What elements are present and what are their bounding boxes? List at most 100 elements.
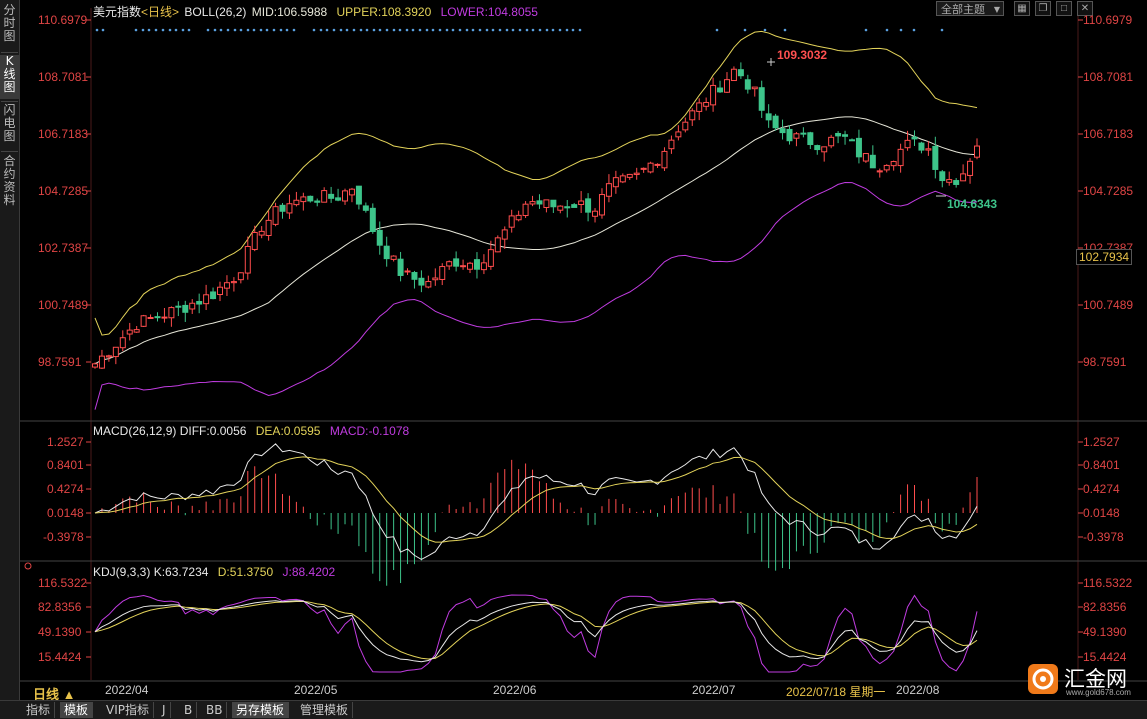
grid-icon[interactable]: ▦: [1014, 1, 1030, 16]
kdj-k-line: [94, 600, 978, 663]
candle-body: [786, 128, 793, 142]
candle-body: [765, 113, 772, 121]
signal-dot: [505, 28, 509, 32]
macd-value: MACD:-0.1078: [329, 424, 410, 438]
tab-templates[interactable]: 模板: [60, 702, 94, 718]
price-tick-right: 98.7591: [1083, 355, 1127, 369]
manage-templates-button[interactable]: 管理模板: [296, 702, 354, 718]
kdj-tick-right: 15.4424: [1083, 650, 1127, 664]
candle-body: [453, 258, 460, 267]
candle-body: [425, 281, 432, 288]
candle-body: [342, 190, 349, 202]
signal-dot: [565, 28, 569, 32]
signal-dot: [431, 28, 435, 32]
macd-tick-left: 0.4274: [47, 482, 84, 496]
tab-contract-info[interactable]: 合约资料: [0, 155, 19, 213]
signal-dot: [899, 28, 903, 32]
candle-body: [869, 154, 876, 169]
gold678-logo: 汇金网 www.gold678.com: [1026, 663, 1136, 697]
candle-body: [307, 195, 314, 202]
candle-body: [737, 69, 744, 77]
candle-body: [744, 79, 751, 90]
restore-icon[interactable]: □: [1056, 1, 1072, 16]
tab-vip-indicators[interactable]: VIP指标: [102, 702, 154, 718]
macd-tick-right: 0.0148: [1083, 506, 1120, 520]
vertical-tab-bar: 分时图 K线图 闪电图 合约资料: [0, 0, 20, 700]
candle-body: [98, 355, 105, 369]
chevron-down-icon: ▼: [993, 5, 1000, 14]
save-template-button[interactable]: 另存模板: [232, 702, 290, 718]
kdj-tick-left: 15.4424: [38, 650, 82, 664]
kdj-tick-right: 49.1390: [1083, 625, 1127, 639]
candle-body: [196, 301, 203, 305]
candle-body: [529, 201, 536, 205]
signal-dot: [478, 28, 482, 32]
candle-body: [439, 266, 446, 280]
candle-body: [175, 305, 182, 308]
copy-icon[interactable]: ❐: [1035, 1, 1051, 16]
signal-dot: [365, 28, 369, 32]
tab-indicators[interactable]: 指标: [22, 702, 56, 718]
kdj-k-value: K:63.7234: [153, 565, 209, 579]
candle-body: [703, 101, 710, 107]
candle-body: [223, 282, 230, 289]
signal-dot: [312, 28, 316, 32]
signal-dot: [101, 28, 105, 32]
signal-dot: [265, 28, 269, 32]
tab-bb[interactable]: BB: [202, 702, 228, 718]
kline-chart-canvas[interactable]: [20, 0, 1147, 700]
price-tick-left: 108.7081: [38, 70, 89, 84]
candle-body: [355, 185, 362, 205]
signal-dot: [405, 28, 409, 32]
macd-tick-left: 0.0148: [47, 506, 84, 520]
candle-body: [911, 136, 918, 140]
candle-body: [432, 277, 439, 281]
kdj-tick-left: 116.5322: [38, 576, 88, 590]
candle-body: [154, 316, 161, 319]
signal-dot: [411, 28, 415, 32]
macd-tick-right: -0.3978: [1083, 530, 1124, 544]
candle-body: [828, 136, 835, 147]
tab-b[interactable]: B: [180, 702, 198, 718]
signal-dot: [339, 28, 343, 32]
candle-body: [168, 307, 175, 319]
candle-body: [578, 200, 585, 206]
tab-flash-chart[interactable]: 闪电图: [0, 104, 19, 148]
candle-body: [654, 163, 661, 166]
kdj-tick-right: 82.8356: [1083, 600, 1127, 614]
theme-select-button[interactable]: 全部主题 ▼: [936, 1, 1004, 16]
candle-body: [772, 115, 779, 129]
tab-divider: [1, 101, 18, 102]
candle-body: [480, 262, 487, 271]
signal-dot: [233, 28, 237, 32]
signal-dot: [538, 28, 542, 32]
candle-body: [939, 171, 946, 182]
signal-dot: [743, 28, 747, 32]
high-price-label: 109.3032: [777, 48, 828, 62]
panel-marker-icon: [24, 562, 32, 570]
price-tick-left: 110.6979: [38, 13, 88, 27]
candle-body: [890, 161, 897, 167]
candle-body: [793, 133, 800, 139]
signal-dot: [352, 28, 356, 32]
tab-kline-chart[interactable]: K线图: [0, 55, 19, 99]
candle-body: [675, 131, 682, 138]
candle-body: [251, 231, 258, 250]
candle-body: [369, 207, 376, 232]
tab-j[interactable]: J: [158, 702, 171, 718]
candle-body: [619, 175, 626, 183]
candle-body: [210, 291, 217, 300]
candle-body: [487, 249, 494, 267]
signal-dot: [141, 28, 145, 32]
tab-time-chart[interactable]: 分时图: [0, 4, 19, 48]
candle-body: [383, 245, 390, 260]
candle-body: [661, 150, 668, 169]
signal-dot: [259, 28, 263, 32]
candle-body: [272, 206, 279, 225]
signal-dot: [438, 28, 442, 32]
candle-body: [112, 346, 119, 358]
kdj-tick-right: 116.5322: [1083, 576, 1133, 590]
price-tick-right: 104.7285: [1083, 184, 1134, 198]
candle-body: [682, 121, 689, 131]
macd-header: MACD(26,12,9) DIFF:0.0056 DEA:0.0595 MAC…: [93, 424, 409, 438]
